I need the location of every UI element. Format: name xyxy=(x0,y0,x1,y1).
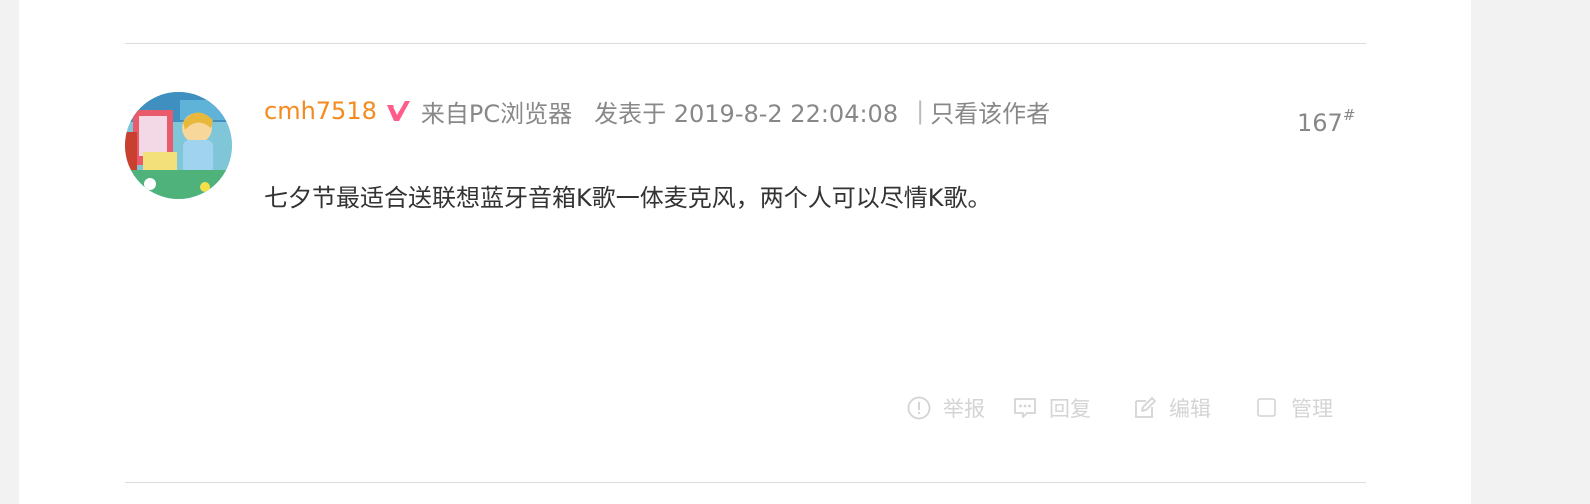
post-content: 七夕节最适合送联想蓝牙音箱K歌一体麦克风，两个人可以尽情K歌。 xyxy=(264,184,992,212)
floor-number-value: 167 xyxy=(1297,109,1343,137)
username-link[interactable]: cmh7518 xyxy=(264,97,377,125)
floor-number-suffix: # xyxy=(1342,106,1356,124)
post-source: 来自PC浏览器 xyxy=(420,99,573,128)
reply-button[interactable]: 回复 xyxy=(1013,393,1091,423)
exclamation-circle-icon xyxy=(907,396,931,420)
manage-label: 管理 xyxy=(1291,397,1333,421)
manage-button[interactable]: 管理 xyxy=(1255,393,1333,423)
meta-separator: | xyxy=(916,97,925,125)
top-divider xyxy=(125,43,1366,44)
vip-badge-icon xyxy=(385,99,411,123)
avatar-illustration xyxy=(125,92,232,199)
report-button[interactable]: 举报 xyxy=(907,393,985,423)
speech-bubble-icon xyxy=(1014,398,1036,418)
post-meta: cmh7518 来自PC浏览器 发表于 2019-8-2 22:04:08 | … xyxy=(264,93,1050,129)
post-actions: 举报 回复 编辑 管理 xyxy=(907,392,1333,424)
pencil-square-icon xyxy=(1135,397,1156,418)
edit-label: 编辑 xyxy=(1169,397,1211,421)
edit-button[interactable]: 编辑 xyxy=(1133,393,1211,423)
avatar[interactable] xyxy=(125,92,232,199)
floor-number[interactable]: 167# xyxy=(1297,106,1356,137)
bottom-divider xyxy=(125,482,1366,483)
report-label: 举报 xyxy=(943,397,985,421)
post-timestamp: 发表于 2019-8-2 22:04:08 xyxy=(594,99,899,128)
post-panel: cmh7518 来自PC浏览器 发表于 2019-8-2 22:04:08 | … xyxy=(19,0,1471,504)
checkbox-icon xyxy=(1257,398,1276,417)
only-author-link[interactable]: 只看该作者 xyxy=(930,94,1050,129)
reply-label: 回复 xyxy=(1049,397,1091,421)
